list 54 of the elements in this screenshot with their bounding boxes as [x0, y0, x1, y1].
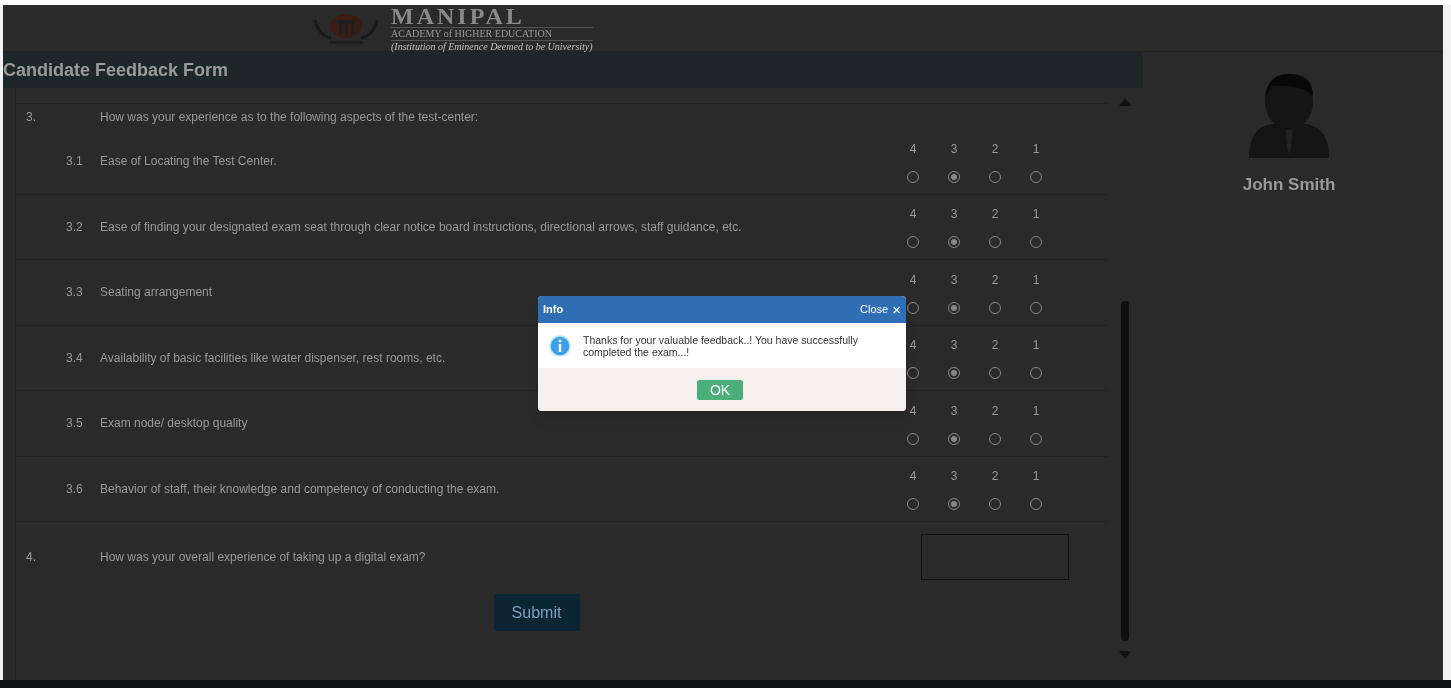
rating-label: 3: [950, 140, 958, 158]
scroll-up-icon: [1119, 98, 1131, 106]
question-text: How was your experience as to the following aspects of the test-center:: [100, 108, 479, 126]
logo-tagline: (Institution of Eminence Deemed to be University): [391, 40, 593, 52]
rating-label: 1: [1032, 206, 1040, 224]
item-number: 3.2: [65, 218, 84, 236]
item-text: Exam node/ desktop quality: [100, 415, 248, 433]
rating-label: 2: [991, 206, 999, 224]
item-text: Ease of Locating the Test Center.: [100, 153, 277, 171]
rating-label: 4: [909, 271, 917, 289]
ok-button[interactable]: OK: [697, 379, 743, 400]
close-button[interactable]: Close ×: [860, 301, 901, 318]
rating-label: 2: [991, 140, 999, 158]
rating-label: 1: [1032, 140, 1040, 158]
rating-label: 1: [1032, 271, 1040, 289]
item-text: Availability of basic facilities like water dispenser, rest rooms, etc.: [100, 349, 446, 367]
logo-title: MANIPAL: [391, 4, 526, 27]
rating-label: 2: [991, 468, 999, 486]
item-number: 3.5: [65, 415, 84, 433]
rating-label: 1: [1032, 468, 1040, 486]
user-name: John Smith: [1242, 174, 1336, 196]
item-number: 3.6: [65, 480, 84, 498]
question-number: 4.: [25, 549, 37, 566]
rating-label: 2: [991, 402, 999, 420]
dialog-message: Thanks for your valuable feedback..! You have successfully completed the exam...!: [583, 333, 859, 358]
rating-label: 3: [950, 468, 958, 486]
rating-label: 3: [950, 206, 958, 224]
rating-label: 4: [909, 206, 917, 224]
item-text: Ease of finding your designated exam seat through clear notice board instructions, directional arrows, staff guidance, etc.: [100, 218, 742, 236]
item-text: Seating arrangement: [100, 284, 213, 302]
logo-subtitle: ACADEMY of HIGHER EDUCATION: [391, 26, 593, 41]
scroll-down-icon: [1119, 651, 1131, 659]
submit-button[interactable]: Submit: [493, 594, 580, 631]
rating-label: 3: [950, 402, 958, 420]
rating-label: 1: [1032, 402, 1040, 420]
rating-label: 2: [991, 271, 999, 289]
rating-label: 2: [991, 337, 999, 355]
form-title: Candidate Feedback Form: [3, 58, 229, 82]
item-text: Behavior of staff, their knowledge and competency of conducting the exam.: [100, 480, 500, 498]
rating-label: 1: [1032, 337, 1040, 355]
rating-label: 3: [950, 337, 958, 355]
rating-label: 3: [950, 271, 958, 289]
question-text: How was your overall experience of taking up a digital exam?: [100, 549, 426, 566]
answer-field[interactable]: [921, 534, 1069, 580]
question-number: 3.: [25, 108, 37, 126]
item-number: 3.4: [65, 349, 84, 367]
rating-label: 4: [909, 402, 917, 420]
rating-label: 4: [909, 140, 917, 158]
rating-label: 4: [909, 468, 917, 486]
item-number: 3.1: [65, 153, 84, 171]
rating-label: 4: [909, 337, 917, 355]
info-icon: [549, 334, 571, 357]
dialog-title: Info: [543, 302, 564, 318]
item-number: 3.3: [65, 284, 84, 302]
